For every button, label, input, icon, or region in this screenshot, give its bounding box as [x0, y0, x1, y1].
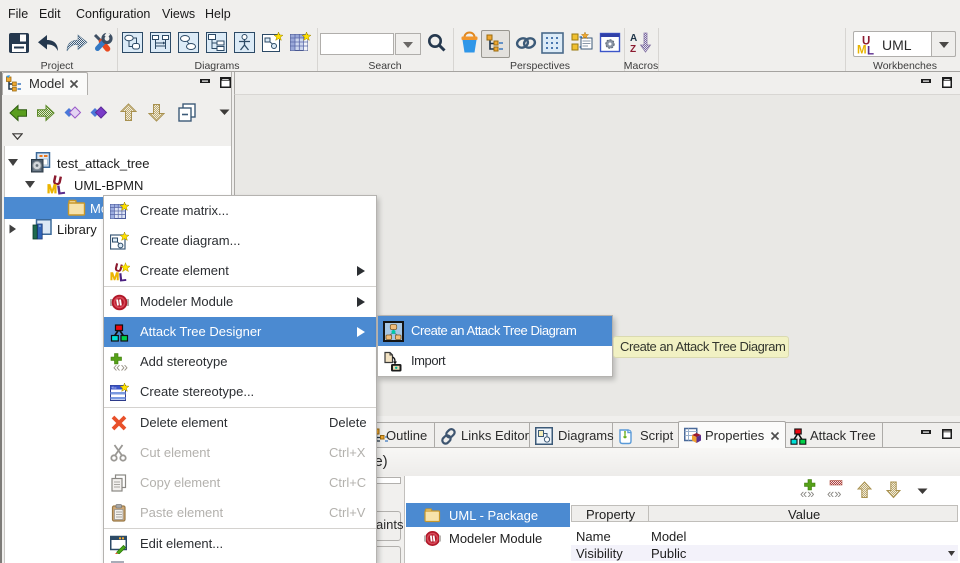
- svg-text:Z: Z: [630, 44, 636, 54]
- svg-text:A: A: [630, 33, 637, 44]
- svg-text:«=: «=: [112, 385, 118, 390]
- svg-text:«»: «»: [113, 360, 128, 373]
- svg-text:M: M: [857, 45, 867, 56]
- svg-text:L: L: [119, 272, 127, 282]
- svg-text:L: L: [867, 46, 874, 56]
- svg-text:L: L: [56, 182, 65, 195]
- svg-text:«»: «»: [827, 486, 841, 500]
- svg-text:«»: «»: [800, 486, 814, 500]
